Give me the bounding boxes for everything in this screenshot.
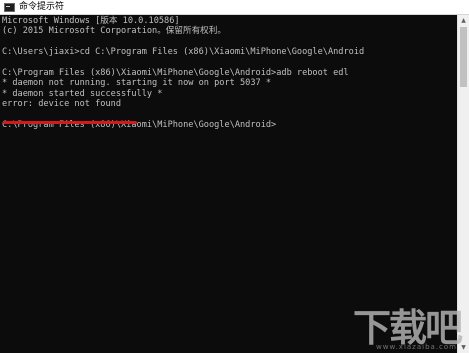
console-line-version: Microsoft Windows [版本 10.0.10586] bbox=[2, 16, 180, 26]
vertical-scrollbar[interactable]: ▲ ▼ bbox=[457, 15, 469, 353]
cmd-icon bbox=[4, 2, 15, 12]
console-line-daemon-started: * daemon started successfully * bbox=[2, 88, 163, 99]
scrollbar-thumb[interactable] bbox=[460, 27, 467, 87]
scroll-up-arrow-icon[interactable]: ▲ bbox=[458, 15, 469, 26]
error-underline-annotation bbox=[3, 121, 137, 124]
console-output[interactable]: Microsoft Windows [版本 10.0.10586] (c) 20… bbox=[2, 16, 457, 353]
window-title: 命令提示符 bbox=[19, 2, 65, 12]
watermark-url: www.xiazaiba.com bbox=[376, 343, 457, 351]
console-line-daemon-starting: * daemon not running. starting it now on… bbox=[2, 78, 272, 89]
title-bar[interactable]: 命令提示符 bbox=[0, 0, 469, 15]
command-prompt-window: 命令提示符 Microsoft Windows [版本 10.0.10586] … bbox=[0, 0, 469, 353]
watermark-logo: 下载吧 www.xiazaiba.com bbox=[353, 307, 463, 351]
console-line-copyright: (c) 2015 Microsoft Corporation。保留所有权利。 bbox=[2, 26, 226, 37]
console-line-adb-command: C:\Program Files (x86)\Xiaomi\MiPhone\Go… bbox=[2, 67, 349, 78]
console-line-error: error: device not found bbox=[2, 99, 121, 110]
console-line-cd-command: C:\Users\jiaxi>cd C:\Program Files (x86)… bbox=[2, 47, 365, 58]
